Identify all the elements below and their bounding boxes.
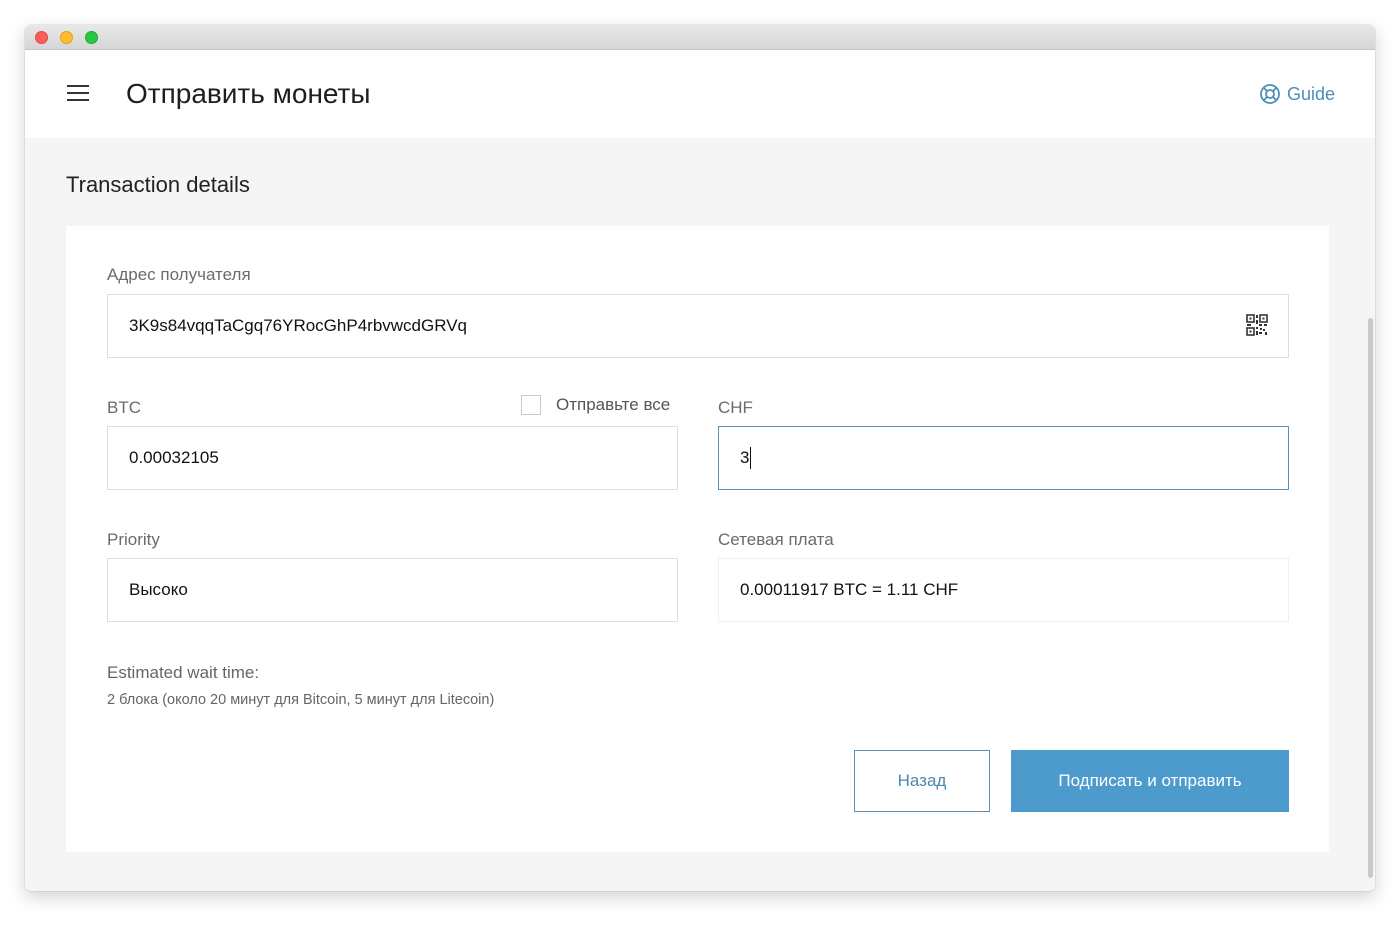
priority-label: Priority (107, 530, 160, 549)
app-header: Отправить монеты Guide (25, 50, 1375, 138)
lifebuoy-icon (1260, 84, 1280, 104)
window-titlebar (25, 25, 1375, 50)
priority-select[interactable]: Высоко (107, 558, 678, 622)
recipient-label: Адрес получателя (107, 265, 251, 284)
section-title: Transaction details (66, 172, 250, 197)
sign-and-send-button[interactable]: Подписать и отправить (1011, 750, 1289, 812)
send-all-label: Отправьте все (556, 395, 671, 414)
qr-code-icon[interactable] (1246, 314, 1268, 336)
recipient-address-input[interactable]: 3K9s84vqqTaCgq76YRocGhP4rbvwcdGRVq (107, 294, 1289, 358)
text-cursor (750, 447, 752, 469)
guide-link[interactable]: Guide (1259, 83, 1335, 105)
page-title: Отправить монеты (126, 78, 371, 109)
transaction-form: Адрес получателя 3K9s84vqqTaCgq76YRocGhP… (66, 226, 1329, 852)
priority-value: Высоко (129, 580, 188, 599)
network-fee-display: 0.00011917 BTC = 1.11 CHF (718, 558, 1289, 622)
guide-label: Guide (1286, 83, 1335, 104)
btc-label: BTC (107, 398, 141, 417)
chf-label: CHF (718, 398, 753, 417)
chf-amount-value: 3 (740, 448, 750, 467)
recipient-address-value: 3K9s84vqqTaCgq76YRocGhP4rbvwcdGRVq (129, 316, 467, 335)
chf-amount-input[interactable]: 3 (718, 426, 1289, 490)
network-fee-label: Сетевая плата (718, 530, 834, 549)
btc-amount-value: 0.00032105 (129, 448, 219, 467)
send-all-toggle[interactable]: Отправьте все (521, 395, 670, 415)
wait-time-text: 2 блока (около 20 минут для Bitcoin, 5 м… (107, 692, 495, 708)
maximize-window-button[interactable] (85, 31, 98, 44)
minimize-window-button[interactable] (60, 31, 73, 44)
btc-amount-input[interactable]: 0.00032105 (107, 426, 678, 490)
close-window-button[interactable] (35, 31, 48, 44)
hamburger-icon[interactable] (67, 85, 89, 103)
back-button[interactable]: Назад (854, 750, 990, 812)
network-fee-value: 0.00011917 BTC = 1.11 CHF (740, 580, 959, 599)
scrollbar[interactable] (1368, 318, 1373, 878)
app-window: Отправить монеты Guide Transaction detai… (25, 25, 1375, 891)
wait-time-title: Estimated wait time: (107, 663, 260, 682)
send-all-checkbox[interactable] (521, 395, 541, 415)
